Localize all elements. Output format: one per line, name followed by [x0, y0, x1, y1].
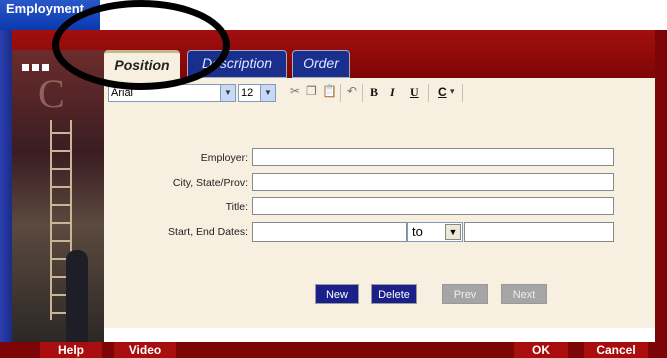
ok-button[interactable]: OK: [514, 342, 568, 358]
date-range-select[interactable]: to ▼: [407, 222, 463, 242]
color-button[interactable]: C: [438, 85, 447, 99]
next-button[interactable]: Next: [501, 284, 547, 304]
chevron-down-icon: ▼: [220, 85, 235, 101]
toolbar-divider: [362, 84, 363, 102]
cancel-button[interactable]: Cancel: [584, 342, 648, 358]
figure-graphic: [66, 250, 88, 342]
italic-button[interactable]: I: [390, 85, 395, 100]
city-input[interactable]: [252, 173, 614, 191]
frame-left: [0, 30, 12, 342]
cut-icon[interactable]: ✂: [290, 84, 300, 98]
toolbar-divider: [340, 84, 341, 102]
window-menu-icon[interactable]: [22, 58, 52, 76]
prev-button[interactable]: Prev: [442, 284, 488, 304]
underline-button[interactable]: U: [410, 85, 419, 100]
size-select[interactable]: 12 ▼: [238, 84, 276, 102]
annotation-circle: [52, 0, 230, 90]
new-button[interactable]: New: [315, 284, 359, 304]
bold-button[interactable]: B: [370, 85, 378, 100]
sidebar-decoration: C: [38, 71, 65, 116]
frame-right: [655, 30, 667, 342]
title-input[interactable]: [252, 197, 614, 215]
delete-button[interactable]: Delete: [371, 284, 417, 304]
paste-icon[interactable]: 📋: [322, 84, 337, 98]
date-range-value: to: [412, 224, 423, 239]
chevron-down-icon: ▼: [260, 85, 275, 101]
employer-label: Employer:: [200, 152, 248, 164]
help-button[interactable]: Help: [40, 342, 102, 358]
dates-label: Start, End Dates:: [168, 226, 248, 238]
toolbar-divider: [462, 84, 463, 102]
window-title: Employment: [6, 1, 85, 16]
tab-order[interactable]: Order: [292, 50, 350, 78]
chevron-down-icon[interactable]: ▾: [450, 86, 455, 97]
undo-icon[interactable]: ↶: [347, 84, 357, 98]
employer-input[interactable]: [252, 148, 614, 166]
chevron-down-icon: ▼: [445, 224, 461, 240]
start-date-input[interactable]: [252, 222, 407, 242]
video-button[interactable]: Video: [114, 342, 176, 358]
end-date-input[interactable]: [464, 222, 614, 242]
toolbar-divider: [428, 84, 429, 102]
city-label: City, State/Prov:: [172, 177, 248, 189]
copy-icon[interactable]: ❐: [306, 84, 317, 98]
size-select-value: 12: [241, 87, 254, 99]
title-label: Title:: [225, 201, 248, 213]
